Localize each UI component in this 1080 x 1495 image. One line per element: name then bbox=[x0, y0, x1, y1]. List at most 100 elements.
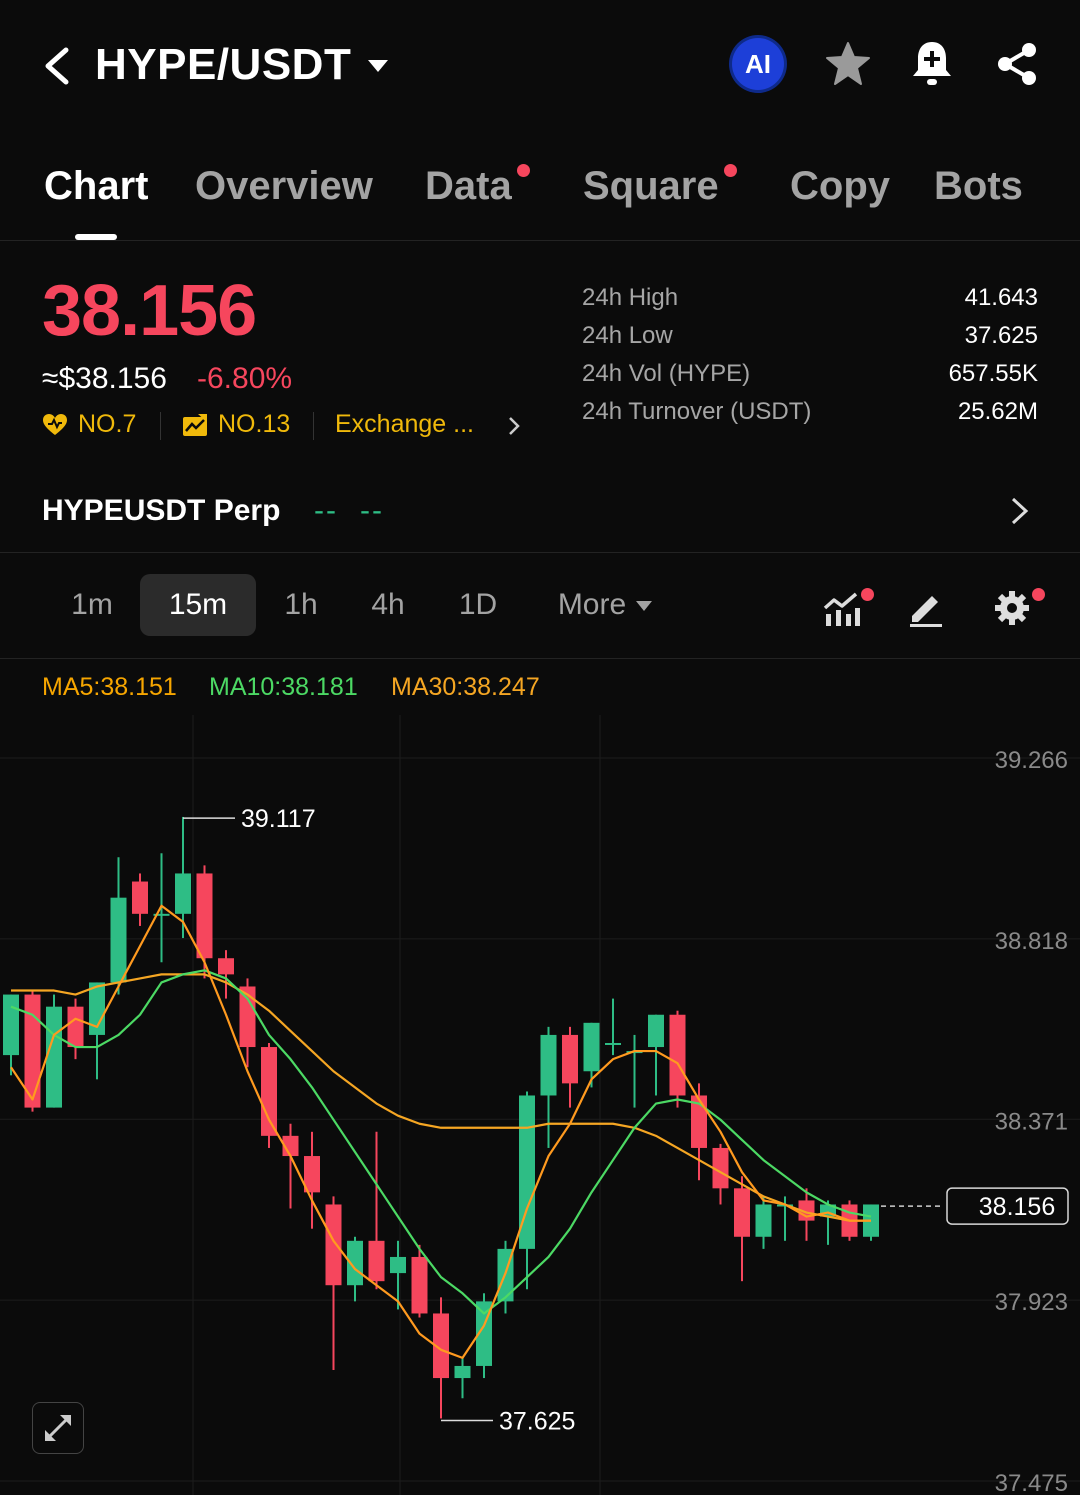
candle-body bbox=[648, 1014, 664, 1048]
tab-square[interactable]: Square bbox=[583, 164, 737, 209]
price-change-percent: -6.80% bbox=[197, 362, 293, 395]
stat-value: 657.55K bbox=[948, 360, 1038, 387]
star-icon[interactable] bbox=[824, 40, 872, 88]
draw-pencil-icon[interactable] bbox=[906, 588, 946, 628]
notification-dot bbox=[1032, 588, 1045, 601]
caret-down-icon[interactable] bbox=[366, 58, 390, 74]
interval-1d[interactable]: 1D bbox=[438, 574, 518, 636]
exchange-link[interactable]: Exchange ... bbox=[335, 410, 474, 439]
active-tab-indicator bbox=[75, 234, 117, 240]
ai-icon[interactable]: AI bbox=[732, 38, 784, 90]
tab-data[interactable]: Data bbox=[425, 164, 530, 209]
chevron-right-icon[interactable] bbox=[1008, 494, 1032, 528]
stat-value: 37.625 bbox=[964, 322, 1038, 349]
fiat-price: ≈$38.156 bbox=[42, 362, 167, 395]
candle-body bbox=[46, 1006, 62, 1108]
chart-up-icon bbox=[183, 413, 207, 436]
candle-body bbox=[3, 994, 19, 1056]
candle-body bbox=[390, 1256, 406, 1274]
low-marker-label: 37.625 bbox=[499, 1407, 575, 1435]
stat-row: 24h Vol (HYPE) 657.55K bbox=[582, 360, 1038, 398]
stat-value: 25.62M bbox=[957, 398, 1038, 425]
y-axis-label: 37.475 bbox=[995, 1470, 1068, 1495]
y-axis-label: 37.923 bbox=[995, 1289, 1068, 1316]
rank-badge-gainers[interactable]: NO.13 bbox=[182, 410, 290, 439]
heart-icon bbox=[43, 413, 67, 435]
candle-body bbox=[669, 1014, 686, 1096]
y-axis-label: 38.818 bbox=[995, 928, 1068, 955]
candle-body bbox=[325, 1204, 342, 1286]
rank-label: NO.7 bbox=[78, 410, 137, 438]
candle-body bbox=[562, 1034, 578, 1084]
perp-name: HYPEUSDT Perp bbox=[42, 494, 281, 527]
ma30-label: MA30:38.247 bbox=[391, 673, 540, 701]
candle-body bbox=[132, 881, 148, 914]
candle-body bbox=[734, 1188, 750, 1237]
ma5-line bbox=[10, 904, 871, 1359]
perp-row[interactable]: HYPEUSDT Perp -- -- bbox=[0, 478, 1080, 553]
settings-gear-icon[interactable] bbox=[992, 588, 1032, 628]
candle-body bbox=[218, 958, 234, 975]
stat-label: 24h Turnover (USDT) bbox=[582, 398, 812, 425]
candlestick-chart[interactable]: 39.266 38.818 38.371 37.923 37.475 39.117 37.6… bbox=[0, 715, 1080, 1495]
perp-price: -- bbox=[314, 494, 338, 527]
chevron-right-icon[interactable] bbox=[506, 414, 522, 438]
interval-1m[interactable]: 1m bbox=[52, 574, 132, 636]
candle-body bbox=[175, 873, 191, 914]
ma10-label: MA10:38.181 bbox=[209, 673, 358, 701]
caret-down-icon bbox=[636, 601, 653, 612]
divider bbox=[160, 412, 161, 440]
interval-15m[interactable]: 15m bbox=[140, 574, 256, 636]
candle-body bbox=[411, 1256, 428, 1314]
stat-row: 24h Turnover (USDT) 25.62M bbox=[582, 398, 1038, 436]
tab-copy[interactable]: Copy bbox=[790, 164, 890, 209]
indicators-icon[interactable] bbox=[822, 588, 862, 628]
notification-dot bbox=[516, 164, 530, 177]
last-price-tag: 38.156 bbox=[979, 1193, 1055, 1221]
ma30-line bbox=[11, 973, 871, 1222]
stat-label: 24h High bbox=[582, 284, 679, 311]
divider bbox=[313, 412, 314, 440]
y-axis-label: 38.371 bbox=[995, 1108, 1068, 1135]
exchange-label: Exchange ... bbox=[335, 410, 474, 438]
back-icon[interactable] bbox=[40, 44, 74, 88]
candle-body bbox=[368, 1240, 385, 1282]
candle-body bbox=[605, 1043, 621, 1046]
notification-dot bbox=[861, 588, 874, 601]
ma5-label: MA5:38.151 bbox=[42, 673, 177, 701]
top-bar: HYPE/USDT AI bbox=[0, 0, 1080, 130]
bell-plus-icon[interactable] bbox=[908, 38, 956, 88]
share-icon[interactable] bbox=[994, 40, 1040, 88]
last-price: 38.156 bbox=[42, 271, 257, 351]
candle-body bbox=[110, 897, 127, 983]
notification-dot bbox=[723, 164, 737, 177]
candle-body bbox=[196, 873, 213, 959]
candle-body bbox=[67, 1006, 84, 1048]
stat-row: 24h Low 37.625 bbox=[582, 322, 1038, 360]
stat-label: 24h Low bbox=[582, 322, 673, 349]
main-tabs: Chart Overview Data Square Copy Bots bbox=[0, 140, 1080, 241]
y-axis-label: 39.266 bbox=[995, 747, 1068, 774]
tab-chart[interactable]: Chart bbox=[44, 164, 148, 209]
interval-1h[interactable]: 1h bbox=[262, 574, 340, 636]
stat-row: 24h High 41.643 bbox=[582, 284, 1038, 322]
high-marker-label: 39.117 bbox=[241, 805, 316, 833]
interval-bar: 1m 15m 1h 4h 1D More bbox=[0, 560, 1080, 659]
candle-body bbox=[261, 1047, 277, 1136]
perp-change: -- bbox=[360, 494, 384, 527]
tab-bots[interactable]: Bots bbox=[934, 164, 1023, 209]
candle-body bbox=[755, 1204, 772, 1237]
interval-more-label: More bbox=[557, 588, 627, 621]
candle-body bbox=[454, 1365, 471, 1379]
tab-overview[interactable]: Overview bbox=[195, 164, 373, 209]
rank-badge-favorite[interactable]: NO.7 bbox=[42, 410, 136, 439]
stat-value: 41.643 bbox=[964, 284, 1038, 311]
expand-icon[interactable] bbox=[32, 1402, 84, 1454]
candle-body bbox=[583, 1022, 600, 1072]
rank-label: NO.13 bbox=[218, 410, 291, 438]
pair-title[interactable]: HYPE/USDT bbox=[95, 40, 351, 90]
interval-more[interactable]: More bbox=[540, 574, 670, 636]
candle-body bbox=[540, 1034, 557, 1096]
interval-4h[interactable]: 4h bbox=[350, 574, 426, 636]
stat-label: 24h Vol (HYPE) bbox=[582, 360, 751, 387]
